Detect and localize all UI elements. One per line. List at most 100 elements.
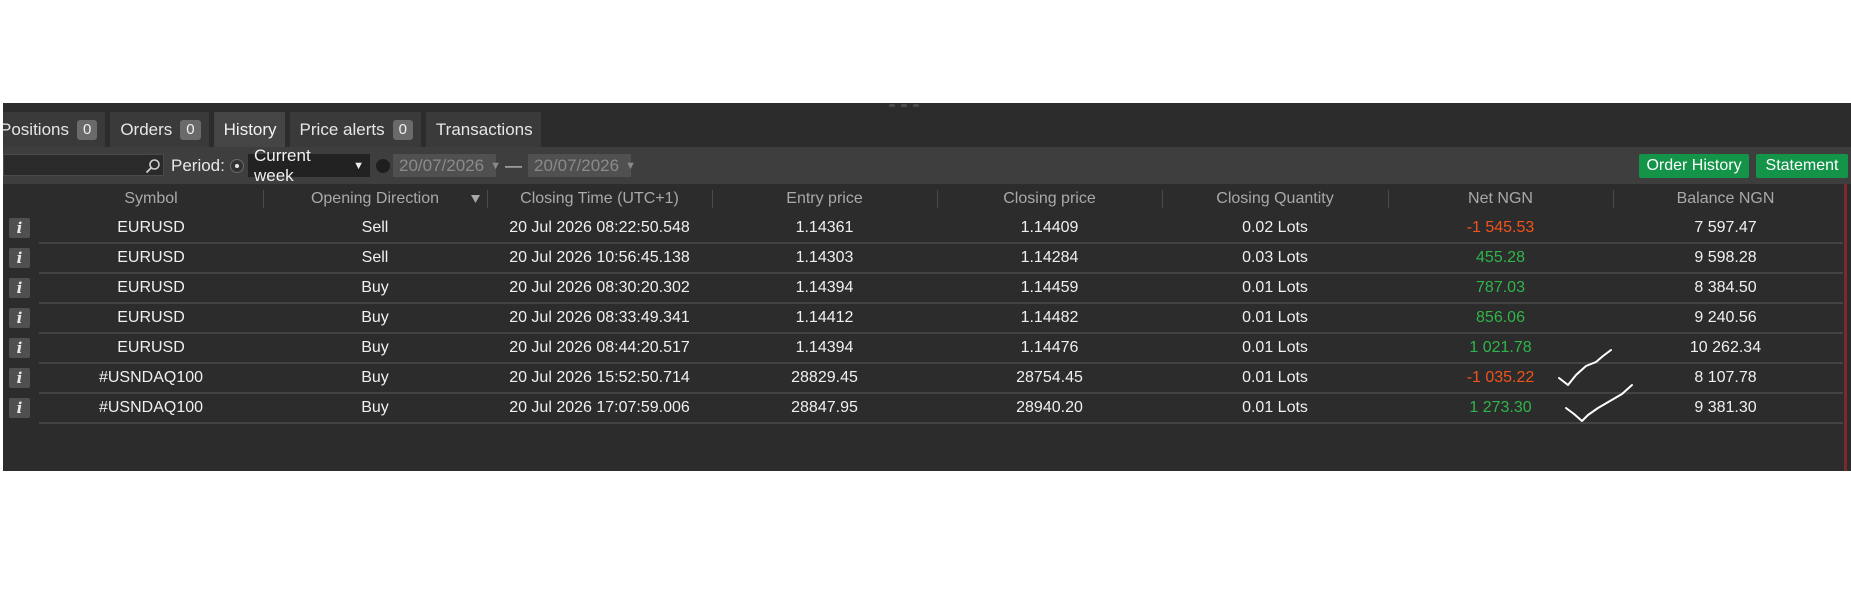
balance-cell: 9 240.56 [1694,309,1757,326]
table-row[interactable]: i EURUSD Sell 20 Jul 2026 10:56:45.138 1.143… [3,244,1843,274]
table-row[interactable]: i EURUSD Buy 20 Jul 2026 08:30:20.302 1.1439… [3,274,1843,304]
info-icon[interactable]: i [9,368,30,388]
tab-label: Price alerts [299,119,385,139]
column-header-closing-quantity[interactable]: Closing Quantity [1162,184,1388,214]
table-row[interactable]: i #USNDAQ100 Buy 20 Jul 2026 15:52:50.714 28… [3,364,1843,394]
statement-button[interactable]: Statement [1756,154,1848,178]
tab-label: Transactions [435,119,533,139]
quantity-cell: 0.01 Lots [1242,309,1308,326]
info-icon[interactable]: i [9,278,30,298]
count-badge: 0 [180,119,201,140]
symbol-cell: #USNDAQ100 [98,399,204,416]
balance-cell: 8 384.50 [1694,279,1757,296]
info-icon[interactable]: i [9,248,30,268]
tab-label: History [223,119,277,139]
net-cell: 856.06 [1476,309,1525,326]
direction-cell: Buy [361,339,389,356]
symbol-cell: EURUSD [117,279,185,296]
info-icon[interactable]: i [9,398,30,418]
column-header-balance[interactable]: Balance NGN [1613,184,1838,214]
period-select[interactable]: Current week ▼ [248,146,370,185]
quantity-cell: 0.02 Lots [1242,219,1308,236]
net-cell: 455.28 [1476,249,1525,266]
date-separator: — [505,156,522,175]
period-radio-custom[interactable] [376,159,390,173]
tab-label: Positions [3,119,69,139]
resize-grip[interactable] [885,104,923,110]
count-badge: 0 [76,119,98,140]
closing-time-cell: 20 Jul 2026 08:30:20.302 [509,279,690,296]
table-row[interactable]: i EURUSD Buy 20 Jul 2026 08:44:20.517 1.1439… [3,334,1843,364]
period-value: Current week [254,145,311,185]
direction-cell: Buy [361,309,389,326]
entry-price-cell: 1.14394 [795,339,854,356]
entry-price-cell: 1.14361 [795,219,854,236]
symbol-cell: EURUSD [117,309,185,326]
closing-time-cell: 20 Jul 2026 10:56:45.138 [509,249,690,266]
filter-bar: Period: Current week ▼ 20/07/2026 ▼ — 20… [3,146,1851,185]
info-icon[interactable]: i [9,308,30,328]
date-to-picker[interactable]: 20/07/2026 ▼ [528,154,636,177]
table-row[interactable]: i #USNDAQ100 Buy 20 Jul 2026 17:07:59.006 28… [3,394,1843,424]
direction-cell: Sell [361,219,389,236]
column-header-entry-price[interactable]: Entry price [712,184,937,214]
period-label: Period: [171,156,225,175]
closing-time-cell: 20 Jul 2026 17:07:59.006 [509,399,690,416]
quantity-cell: 0.01 Lots [1242,399,1308,416]
chevron-down-icon: ▼ [490,159,501,172]
count-badge: 0 [392,119,413,140]
closing-price-cell: 1.14284 [1020,249,1079,266]
date-from-picker[interactable]: 20/07/2026 ▼ [393,154,501,177]
direction-cell: Buy [361,399,389,416]
date-from-value: 20/07/2026 [399,155,485,175]
net-cell: -1 545.53 [1466,219,1535,236]
column-header-closing-price[interactable]: Closing price [937,184,1162,214]
direction-cell: Buy [361,279,389,296]
table-body: i EURUSD Sell 20 Jul 2026 08:22:50.548 1.143… [3,214,1843,424]
sort-desc-icon[interactable] [471,195,480,203]
symbol-cell: EURUSD [117,339,185,356]
info-icon[interactable]: i [9,218,30,238]
info-icon[interactable]: i [9,338,30,358]
column-header-symbol[interactable]: Symbol [39,184,263,214]
entry-price-cell: 28829.45 [791,369,858,386]
history-panel: Positions 0 Orders 0 History Price alert… [3,103,1851,471]
tab-history[interactable]: History [213,112,285,147]
chevron-down-icon: ▼ [625,159,636,172]
tab-price-alerts[interactable]: Price alerts 0 [289,112,421,147]
chevron-down-icon: ▼ [353,159,364,172]
closing-price-cell: 1.14476 [1020,339,1079,356]
column-header-closing-time[interactable]: Closing Time (UTC+1) [487,184,712,214]
order-history-button[interactable]: Order History [1639,154,1749,178]
table-row[interactable]: i EURUSD Sell 20 Jul 2026 08:22:50.548 1.143… [3,214,1843,244]
balance-cell: 7 597.47 [1694,219,1757,236]
direction-cell: Buy [361,369,389,386]
closing-time-cell: 20 Jul 2026 08:22:50.548 [509,219,690,236]
net-cell: 787.03 [1476,279,1525,296]
net-cell: 1 273.30 [1469,399,1532,416]
search-input[interactable] [3,154,164,176]
period-radio-preset[interactable] [230,159,244,173]
tab-transactions[interactable]: Transactions [425,112,541,147]
column-header-net[interactable]: Net NGN [1388,184,1613,214]
tab-orders[interactable]: Orders 0 [110,112,209,147]
search-icon[interactable] [144,157,162,175]
closing-time-cell: 20 Jul 2026 08:33:49.341 [509,309,690,326]
quantity-cell: 0.03 Lots [1242,249,1308,266]
closing-price-cell: 1.14482 [1020,309,1079,326]
symbol-cell: EURUSD [117,249,185,266]
symbol-cell: EURUSD [117,219,185,236]
entry-price-cell: 1.14394 [795,279,854,296]
tab-label: Orders [120,119,173,139]
closing-price-cell: 1.14459 [1020,279,1079,296]
closing-price-cell: 1.14409 [1020,219,1079,236]
closing-time-cell: 20 Jul 2026 08:44:20.517 [509,339,690,356]
tab-positions[interactable]: Positions 0 [3,112,106,147]
net-cell: 1 021.78 [1469,339,1532,356]
symbol-cell: #USNDAQ100 [98,369,204,386]
quantity-cell: 0.01 Lots [1242,339,1308,356]
panel-edge-indicator [1844,184,1847,471]
net-cell: -1 035.22 [1466,369,1535,386]
column-header-opening-direction[interactable]: Opening Direction [263,184,487,214]
table-row[interactable]: i EURUSD Buy 20 Jul 2026 08:33:49.341 1.1441… [3,304,1843,334]
